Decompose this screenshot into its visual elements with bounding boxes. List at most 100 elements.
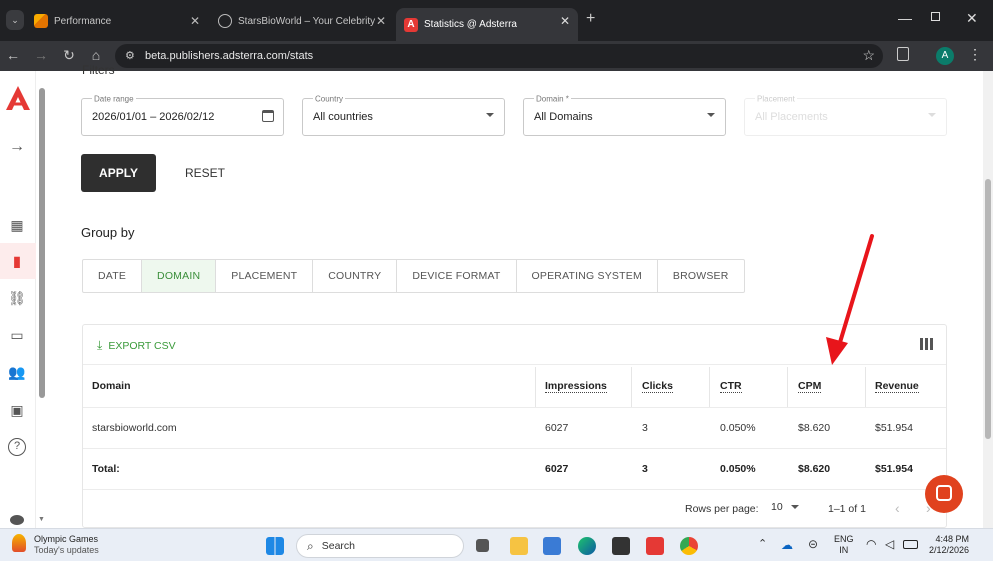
calendar-icon[interactable] bbox=[262, 110, 274, 122]
chat-support-button[interactable] bbox=[925, 475, 963, 513]
help-icon[interactable]: ? bbox=[8, 438, 26, 456]
domain-value: All Domains bbox=[534, 111, 593, 123]
battery-icon[interactable] bbox=[903, 540, 918, 549]
link-icon[interactable]: ⛓ bbox=[8, 289, 26, 307]
tab-statistics-adsterra[interactable]: A Statistics @ Adsterra ✕ bbox=[396, 8, 578, 41]
total-ctr: 0.050% bbox=[720, 463, 756, 475]
column-header-revenue[interactable]: Revenue bbox=[875, 380, 919, 393]
extensions-icon[interactable] bbox=[897, 47, 909, 61]
edge-icon[interactable] bbox=[578, 537, 596, 555]
onedrive-icon[interactable]: ☁ bbox=[781, 538, 793, 552]
close-icon[interactable]: ✕ bbox=[376, 14, 386, 28]
tab-country[interactable]: COUNTRY bbox=[313, 260, 398, 292]
column-header-cpm[interactable]: CPM bbox=[798, 380, 822, 393]
back-icon[interactable]: ← bbox=[4, 47, 22, 63]
reset-button[interactable]: RESET bbox=[173, 154, 237, 192]
widget-subtitle: Today's updates bbox=[34, 545, 99, 555]
tab-placement[interactable]: PLACEMENT bbox=[216, 260, 314, 292]
restore-icon[interactable] bbox=[931, 12, 940, 21]
menu-kebab-icon[interactable]: ⋮ bbox=[968, 46, 982, 63]
page-scrollbar[interactable] bbox=[983, 71, 993, 528]
cell-cpm: $8.620 bbox=[798, 422, 831, 434]
sidebar-scrollbar[interactable] bbox=[39, 88, 45, 398]
home-icon[interactable]: ⌂ bbox=[87, 47, 105, 63]
tab-list-dropdown-icon[interactable]: ⌄ bbox=[6, 10, 24, 30]
cell-revenue: $51.954 bbox=[875, 422, 913, 434]
reload-icon[interactable]: ↻ bbox=[60, 47, 78, 64]
dashboard-icon[interactable]: ▦ bbox=[8, 216, 26, 234]
microsoft-store-icon[interactable] bbox=[543, 537, 561, 555]
monitor-icon[interactable]: ▭ bbox=[8, 326, 26, 344]
new-tab-icon[interactable]: + bbox=[586, 10, 595, 28]
clock-time: 4:48 PM bbox=[935, 534, 970, 544]
chevron-down-icon bbox=[928, 113, 936, 117]
windows-taskbar: Olympic Games Today's updates ⌕ Search ⌃… bbox=[0, 528, 993, 561]
users-icon[interactable]: 👥 bbox=[8, 363, 26, 381]
wps-office-icon[interactable] bbox=[646, 537, 664, 555]
export-csv-button[interactable]: ⤓ EXPORT CSV bbox=[97, 338, 176, 353]
cell-ctr: 0.050% bbox=[720, 422, 756, 434]
clock-date: 2/12/2026 bbox=[929, 545, 970, 555]
network-alert-icon[interactable]: ⊝ bbox=[808, 537, 818, 551]
tab-title: StarsBioWorld – Your Celebrity I bbox=[238, 15, 378, 27]
tab-operating-system[interactable]: OPERATING SYSTEM bbox=[517, 260, 658, 292]
close-icon[interactable]: ✕ bbox=[190, 14, 200, 28]
column-header-domain[interactable]: Domain bbox=[92, 380, 131, 392]
volume-icon[interactable]: ◁ bbox=[885, 537, 894, 551]
rows-per-page-value: 10 bbox=[771, 501, 783, 513]
tab-device-format[interactable]: DEVICE FORMAT bbox=[397, 260, 517, 292]
pagination: Rows per page: 10 1–1 of 1 ‹ › bbox=[83, 490, 946, 528]
apply-button[interactable]: APPLY bbox=[81, 154, 156, 192]
tab-domain[interactable]: DOMAIN bbox=[142, 260, 217, 292]
minimize-icon[interactable]: — bbox=[898, 10, 912, 26]
rows-per-page-select[interactable]: 10 bbox=[771, 501, 799, 513]
tab-date[interactable]: DATE bbox=[83, 260, 143, 292]
file-explorer-icon[interactable] bbox=[510, 537, 528, 555]
placement-select: Placement All Placements bbox=[744, 94, 947, 136]
column-divider bbox=[535, 367, 536, 407]
main-content: Filters Date range 2026/01/01 – 2026/02/… bbox=[48, 63, 978, 528]
tab-starsbioworld[interactable]: StarsBioWorld – Your Celebrity I ✕ bbox=[210, 8, 394, 34]
prev-page-icon[interactable]: ‹ bbox=[895, 500, 900, 516]
terminal-icon[interactable]: ▣ bbox=[8, 401, 26, 419]
download-icon: ⤓ bbox=[97, 338, 103, 352]
column-divider bbox=[787, 367, 788, 407]
expand-arrow-icon[interactable]: → bbox=[8, 138, 26, 156]
close-icon[interactable]: ✕ bbox=[560, 14, 570, 28]
language-indicator[interactable]: ENG IN bbox=[834, 534, 854, 556]
columns-icon[interactable] bbox=[920, 338, 934, 350]
task-view-icon[interactable] bbox=[476, 539, 489, 552]
analytics-icon bbox=[34, 14, 48, 28]
chevron-down-icon bbox=[486, 113, 494, 117]
adsterra-logo[interactable] bbox=[5, 85, 31, 111]
show-hidden-icons[interactable]: ⌃ bbox=[758, 537, 767, 550]
widget-news[interactable]: Olympic Games Today's updates bbox=[12, 534, 99, 556]
taskbar-search[interactable]: ⌕ Search bbox=[296, 534, 464, 558]
date-range-label: Date range bbox=[92, 94, 136, 104]
country-select[interactable]: Country All countries bbox=[302, 94, 505, 136]
clock[interactable]: 4:48 PM 2/12/2026 bbox=[929, 534, 969, 556]
site-settings-icon[interactable]: ⚙ bbox=[125, 49, 135, 62]
forward-icon[interactable]: → bbox=[32, 47, 50, 63]
scrollbar-thumb[interactable] bbox=[985, 179, 991, 439]
sidebar-item-statistics[interactable]: ▮ bbox=[0, 243, 36, 279]
account-icon[interactable] bbox=[10, 515, 24, 525]
domain-select[interactable]: Domain * All Domains bbox=[523, 94, 726, 136]
sidebar-scroll-down-icon[interactable]: ▼ bbox=[38, 516, 45, 523]
table-row: starsbioworld.com 6027 3 0.050% $8.620 $… bbox=[83, 408, 946, 449]
profile-avatar[interactable]: A bbox=[936, 47, 954, 65]
start-windows-icon[interactable] bbox=[266, 537, 284, 555]
column-header-impressions[interactable]: Impressions bbox=[545, 380, 607, 393]
chevron-down-icon bbox=[790, 505, 799, 509]
date-range-field[interactable]: Date range 2026/01/01 – 2026/02/12 bbox=[81, 94, 284, 136]
tab-performance[interactable]: Performance ✕ bbox=[26, 8, 208, 34]
chrome-icon[interactable] bbox=[680, 537, 698, 555]
media-player-icon[interactable] bbox=[612, 537, 630, 555]
close-window-icon[interactable]: ✕ bbox=[966, 10, 978, 27]
url-field[interactable]: ⚙ beta.publishers.adsterra.com/stats ☆ bbox=[115, 44, 883, 68]
column-header-clicks[interactable]: Clicks bbox=[642, 380, 673, 393]
bookmark-star-icon[interactable]: ☆ bbox=[862, 47, 875, 64]
wifi-icon[interactable]: ◠ bbox=[866, 537, 876, 551]
column-header-ctr[interactable]: CTR bbox=[720, 380, 742, 393]
tab-browser[interactable]: BROWSER bbox=[658, 260, 744, 292]
